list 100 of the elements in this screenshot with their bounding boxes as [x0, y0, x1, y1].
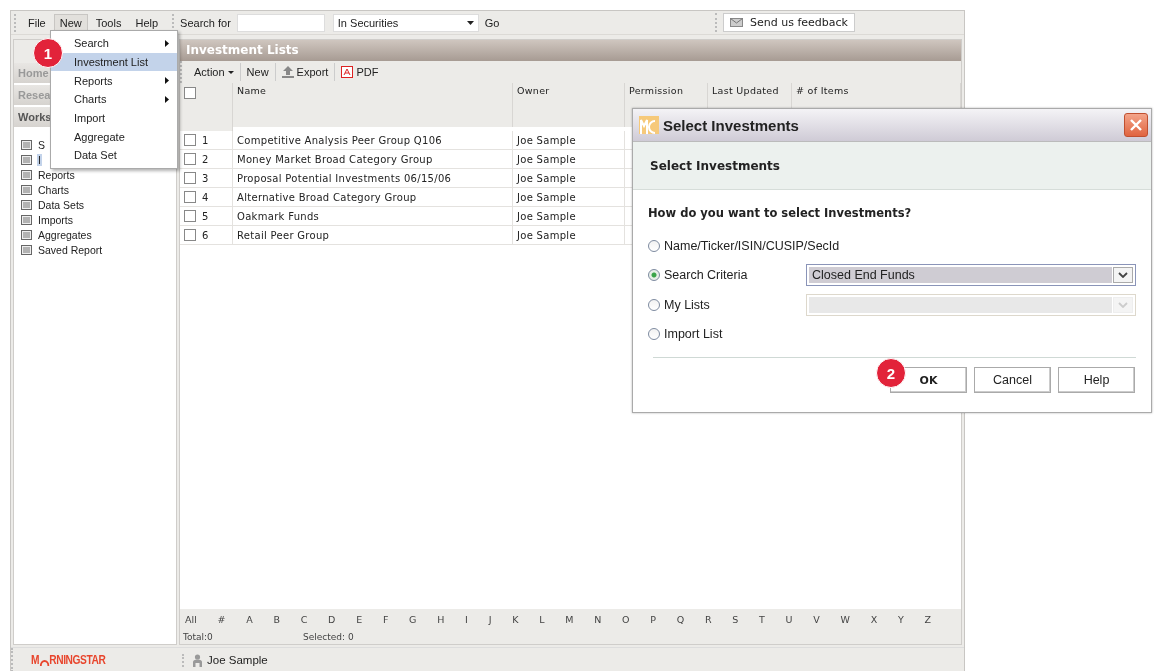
- sidebar-item[interactable]: Reports: [37, 168, 76, 181]
- chevron-icon: [1118, 272, 1128, 279]
- row-number: 2: [202, 153, 209, 165]
- toolbar-button[interactable]: PDF: [335, 63, 385, 81]
- checkbox[interactable]: [184, 229, 196, 241]
- letter-link[interactable]: C: [300, 613, 308, 625]
- table-cell: Oakmark Funds: [237, 210, 320, 222]
- letter-link[interactable]: F: [382, 613, 389, 625]
- sidebar-item[interactable]: Imports: [37, 213, 74, 226]
- letter-link[interactable]: All: [185, 613, 197, 625]
- letter-link[interactable]: W: [840, 613, 850, 625]
- table-cell: Joe Sample: [517, 191, 576, 203]
- letter-link[interactable]: Q: [676, 613, 685, 625]
- chevron-icon: [1118, 301, 1128, 308]
- list-icon: [21, 229, 32, 240]
- dropdown-field[interactable]: Closed End Funds: [806, 264, 1136, 287]
- radio-option[interactable]: Import List: [648, 327, 806, 342]
- column-header[interactable]: Permission: [629, 85, 684, 96]
- letter-link[interactable]: T: [759, 613, 765, 625]
- column-header[interactable]: Owner: [517, 85, 550, 96]
- menu-option[interactable]: Aggregate: [51, 127, 177, 147]
- menu-item[interactable]: Help: [129, 13, 165, 32]
- selected-count: Selected: 0: [303, 631, 354, 642]
- list-icon: [21, 214, 32, 225]
- app-logo-icon: [639, 116, 659, 134]
- checkbox[interactable]: [184, 172, 196, 184]
- letter-link[interactable]: #: [217, 613, 226, 625]
- radio-option[interactable]: Name/Ticker/ISIN/CUSIP/SecId: [648, 238, 840, 253]
- menu-option[interactable]: Data Set: [51, 146, 177, 165]
- dialog-button[interactable]: Cancel: [974, 367, 1051, 393]
- toolbar-button[interactable]: New: [240, 63, 276, 81]
- checkbox[interactable]: [184, 210, 196, 222]
- letter-link[interactable]: V: [813, 613, 820, 625]
- sidebar-item[interactable]: I: [37, 153, 42, 166]
- feedback-button[interactable]: Send us feedback: [723, 13, 855, 32]
- checkbox[interactable]: [184, 87, 196, 99]
- letter-link[interactable]: I: [465, 613, 468, 625]
- sidebar-item[interactable]: Data Sets: [37, 198, 86, 211]
- row-number: 3: [202, 172, 209, 184]
- menu-option[interactable]: Charts: [51, 90, 177, 109]
- close-button[interactable]: [1124, 113, 1148, 137]
- row-number: 1: [202, 134, 209, 146]
- letter-link[interactable]: G: [409, 613, 417, 625]
- user-name: Joe Sample: [207, 654, 268, 666]
- letter-link[interactable]: K: [512, 613, 519, 625]
- letter-link[interactable]: X: [870, 613, 878, 625]
- total-count: Total:0: [183, 631, 214, 642]
- menu-option[interactable]: Reports: [51, 71, 177, 91]
- brand-logo: M RNINGSTAR: [31, 653, 106, 667]
- letter-link[interactable]: R: [704, 613, 712, 625]
- menu-item[interactable]: New: [53, 13, 88, 32]
- letter-link[interactable]: Z: [924, 613, 931, 625]
- letter-link[interactable]: J: [488, 613, 492, 625]
- sidebar-item[interactable]: S: [37, 138, 46, 151]
- letter-link[interactable]: N: [594, 613, 602, 625]
- radio-option[interactable]: Search Criteria: [648, 268, 806, 283]
- table-cell: Alternative Broad Category Group: [237, 191, 417, 203]
- letter-link[interactable]: D: [328, 613, 336, 625]
- letter-link[interactable]: H: [437, 613, 445, 625]
- person-icon: [192, 653, 203, 667]
- menu-option[interactable]: Import: [51, 108, 177, 128]
- pdf-icon: [341, 66, 354, 78]
- panel-title: Investment Lists: [180, 40, 961, 61]
- column-header[interactable]: Name: [237, 85, 267, 96]
- letter-link[interactable]: P: [650, 613, 656, 625]
- letter-link[interactable]: E: [356, 613, 363, 625]
- checkbox[interactable]: [184, 153, 196, 165]
- letter-link[interactable]: M: [565, 613, 574, 625]
- checkbox[interactable]: [184, 134, 196, 146]
- toolbar-button[interactable]: Export: [275, 63, 336, 81]
- table-cell: Joe Sample: [517, 210, 576, 222]
- letter-link[interactable]: U: [785, 613, 793, 625]
- sidebar-item[interactable]: Charts: [37, 183, 70, 196]
- upload-icon: [281, 66, 294, 78]
- close-icon: [1129, 118, 1143, 132]
- list-icon: [21, 154, 32, 165]
- menu-option[interactable]: Investment List: [51, 52, 177, 72]
- dialog-button[interactable]: Help: [1058, 367, 1135, 393]
- table-cell: Joe Sample: [517, 172, 576, 184]
- table-cell: Money Market Broad Category Group: [237, 153, 433, 165]
- sidebar-item[interactable]: Saved Report: [37, 243, 104, 256]
- sidebar-item[interactable]: Aggregates: [37, 228, 93, 241]
- checkbox[interactable]: [184, 191, 196, 203]
- search-field[interactable]: [236, 13, 325, 32]
- menu-item[interactable]: Tools: [89, 13, 128, 32]
- letter-link[interactable]: B: [273, 613, 280, 625]
- go-button[interactable]: Go: [484, 16, 500, 29]
- letter-link[interactable]: Y: [897, 613, 904, 625]
- table-cell: Joe Sample: [517, 153, 576, 165]
- letter-link[interactable]: O: [622, 613, 630, 625]
- scope-dropdown[interactable]: In Securities: [332, 13, 479, 32]
- column-header[interactable]: # of Items: [796, 85, 849, 96]
- toolbar-button[interactable]: Action: [188, 63, 241, 81]
- table-cell: Competitive Analysis Peer Group Q106: [237, 134, 443, 146]
- letter-link[interactable]: A: [246, 613, 253, 625]
- dialog-heading: Select Investments: [650, 158, 780, 173]
- menu-item[interactable]: File: [22, 13, 52, 32]
- letter-link[interactable]: L: [539, 613, 545, 625]
- column-header[interactable]: Last Updated: [712, 85, 779, 96]
- letter-link[interactable]: S: [732, 613, 739, 625]
